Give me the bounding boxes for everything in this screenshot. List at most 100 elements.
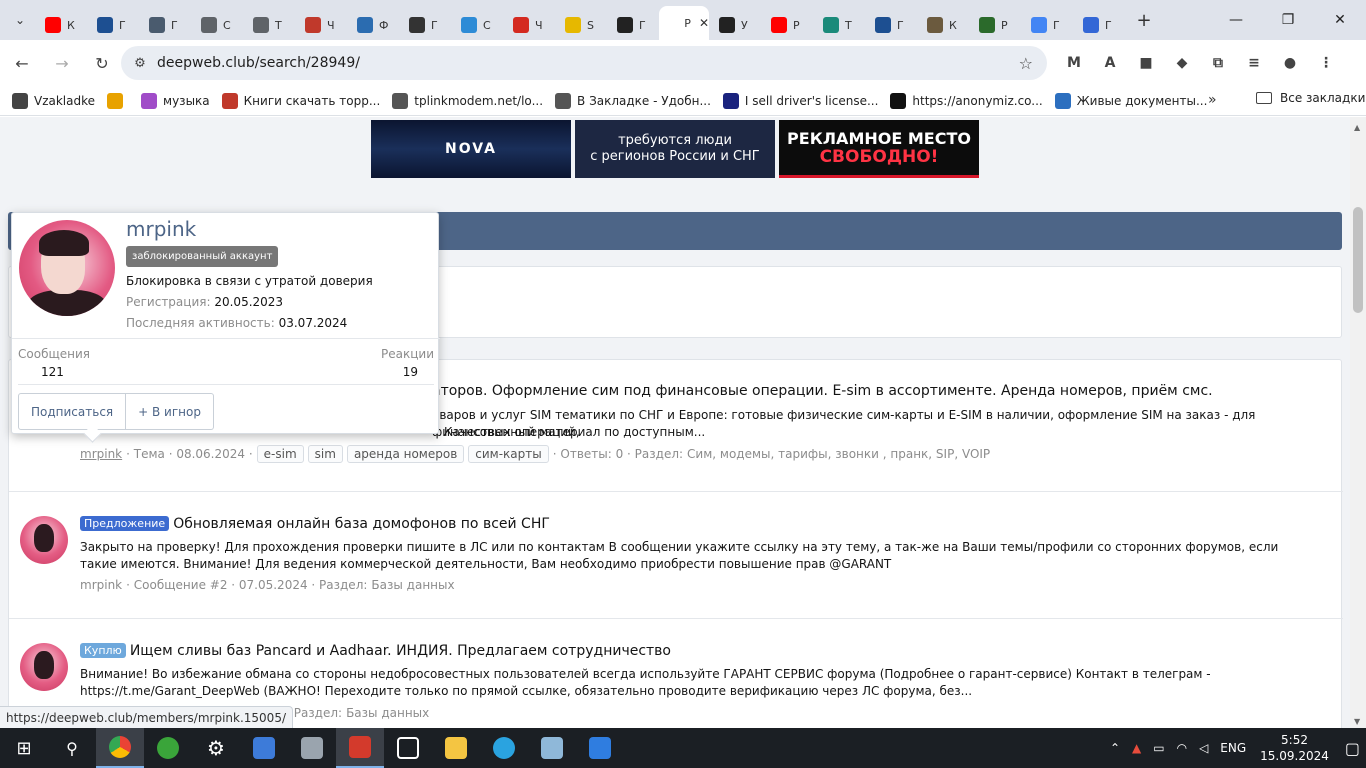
tab[interactable]: К: [917, 10, 969, 40]
ignore-button[interactable]: + В игнор: [126, 393, 214, 430]
extension-icon[interactable]: ●: [1276, 46, 1304, 80]
reactions-count[interactable]: 19: [403, 365, 418, 379]
taskbar-telegram[interactable]: [480, 728, 528, 768]
member-name-link[interactable]: mrpink: [126, 217, 196, 241]
chevron-up-icon[interactable]: ⌃: [1110, 741, 1120, 755]
tab[interactable]: Г: [865, 10, 917, 40]
address-bar[interactable]: ⚙ deepweb.club/search/28949/ ☆: [121, 46, 1047, 80]
messages-count[interactable]: 121: [41, 365, 64, 379]
site-info-icon[interactable]: ⚙: [125, 56, 155, 71]
tab[interactable]: К: [35, 10, 87, 40]
section-link[interactable]: Сим, модемы, тарифы, звонки , пранк, SIP…: [687, 447, 990, 461]
tab[interactable]: Г: [399, 10, 451, 40]
all-bookmarks-button[interactable]: Все закладки: [1256, 91, 1365, 105]
tab[interactable]: Р: [761, 10, 813, 40]
reload-button[interactable]: ↻: [84, 45, 120, 81]
tab[interactable]: Т: [243, 10, 295, 40]
prefix-badge[interactable]: Предложение: [80, 516, 170, 531]
language-indicator[interactable]: ENG: [1220, 741, 1246, 755]
tab-active[interactable]: Р ✕: [659, 6, 709, 40]
start-button[interactable]: ⊞: [0, 728, 48, 768]
tab[interactable]: Г: [1073, 10, 1125, 40]
result-title-link[interactable]: Предложение Обновляемая онлайн база домоф…: [80, 516, 550, 532]
tab[interactable]: Г: [139, 10, 191, 40]
wifi-icon[interactable]: ◠: [1177, 741, 1187, 755]
section-link[interactable]: Базы данных: [371, 578, 454, 592]
extension-icon[interactable]: A: [1096, 46, 1124, 80]
avatar[interactable]: [20, 516, 68, 564]
tab[interactable]: С: [451, 10, 503, 40]
tab[interactable]: Ч: [295, 10, 347, 40]
search-button[interactable]: ⚲: [48, 728, 96, 768]
bookmark-item[interactable]: https://anonymiz.co...: [890, 92, 1043, 109]
author-link[interactable]: mrpink: [80, 447, 122, 461]
taskbar-app[interactable]: [576, 728, 624, 768]
taskbar-app[interactable]: [288, 728, 336, 768]
tab[interactable]: Ф: [347, 10, 399, 40]
banner-jobs[interactable]: требуются люди с регионов России и СНГ: [575, 120, 775, 178]
tab[interactable]: У: [709, 10, 761, 40]
bookmark-item[interactable]: Книги скачать торр...: [221, 92, 380, 109]
tray-app-icon[interactable]: ▲: [1132, 741, 1141, 755]
notifications-icon[interactable]: ▢: [1345, 739, 1360, 758]
scroll-thumb[interactable]: [1353, 207, 1363, 313]
section-link[interactable]: Базы данных: [346, 706, 429, 720]
tab[interactable]: Г: [87, 10, 139, 40]
extension-icon[interactable]: ■: [1132, 46, 1160, 80]
back-button[interactable]: ←: [4, 45, 40, 81]
author-link[interactable]: mrpink: [80, 578, 122, 592]
taskbar-chrome[interactable]: [96, 728, 144, 768]
extension-icon[interactable]: ◆: [1168, 46, 1196, 80]
bookmark-item[interactable]: Живые документы...: [1054, 92, 1207, 109]
taskbar-app[interactable]: [240, 728, 288, 768]
scroll-down-icon[interactable]: ▼: [1354, 717, 1360, 726]
avatar[interactable]: [19, 220, 115, 316]
bookmark-item[interactable]: музыка: [141, 92, 210, 109]
close-tab-icon[interactable]: ✕: [699, 16, 709, 30]
follow-button[interactable]: Подписаться: [18, 393, 127, 430]
tab[interactable]: Т: [813, 10, 865, 40]
page-scrollbar[interactable]: ▲ ▼: [1350, 117, 1366, 728]
taskbar-utorrent[interactable]: [144, 728, 192, 768]
tag-sim[interactable]: sim: [307, 445, 343, 463]
tab-search-button[interactable]: ⌄: [5, 5, 35, 35]
avatar[interactable]: [20, 643, 68, 691]
bookmark-item[interactable]: I sell driver's license...: [722, 92, 878, 109]
banner-ad-space[interactable]: РЕКЛАМНОЕ МЕСТО СВОБОДНО!: [779, 120, 979, 178]
forward-button[interactable]: →: [44, 45, 80, 81]
battery-icon[interactable]: ▭: [1153, 741, 1164, 755]
tab[interactable]: Р: [969, 10, 1021, 40]
volume-icon[interactable]: ◁: [1199, 741, 1208, 755]
scroll-up-icon[interactable]: ▲: [1354, 123, 1360, 132]
taskbar-app[interactable]: [384, 728, 432, 768]
result-title-link[interactable]: аторов. Оформление сим под финансовые оп…: [432, 383, 1213, 399]
taskbar-explorer[interactable]: [432, 728, 480, 768]
prefix-badge[interactable]: Куплю: [80, 643, 126, 658]
extension-icon[interactable]: ⧉: [1204, 46, 1232, 80]
taskbar-app[interactable]: [336, 728, 384, 768]
bookmark-item[interactable]: Vzakladke: [12, 92, 95, 109]
new-tab-button[interactable]: +: [1129, 10, 1159, 31]
close-window-button[interactable]: ✕: [1314, 0, 1366, 40]
tag-esim[interactable]: e-sim: [256, 445, 304, 463]
tag-number-rental[interactable]: аренда номеров: [346, 445, 465, 463]
extension-icon[interactable]: M: [1060, 46, 1088, 80]
taskbar-settings[interactable]: ⚙: [192, 728, 240, 768]
extension-icon[interactable]: ⋮: [1312, 46, 1340, 80]
tab[interactable]: Г: [607, 10, 659, 40]
tab[interactable]: С: [191, 10, 243, 40]
extension-icon[interactable]: ≡: [1240, 46, 1268, 80]
tab[interactable]: Ч: [503, 10, 555, 40]
bookmark-item[interactable]: В Закладке - Удобн...: [555, 92, 711, 109]
bookmark-item[interactable]: tplinkmodem.net/lo...: [392, 92, 543, 109]
result-title-link[interactable]: Куплю Ищем сливы баз Pancard и Aadhaar. И…: [80, 643, 671, 659]
taskbar-app[interactable]: [528, 728, 576, 768]
url-text[interactable]: deepweb.club/search/28949/: [157, 55, 360, 71]
banner-nova[interactable]: NOVA: [371, 120, 571, 178]
bookmark-star-icon[interactable]: ☆: [1019, 54, 1033, 73]
tag-sim-cards[interactable]: сим-карты: [468, 445, 549, 463]
tab[interactable]: S: [555, 10, 607, 40]
maximize-button[interactable]: ❐: [1262, 0, 1314, 40]
bookmark-item[interactable]: [107, 92, 129, 109]
clock[interactable]: 5:52 15.09.2024: [1260, 732, 1329, 764]
